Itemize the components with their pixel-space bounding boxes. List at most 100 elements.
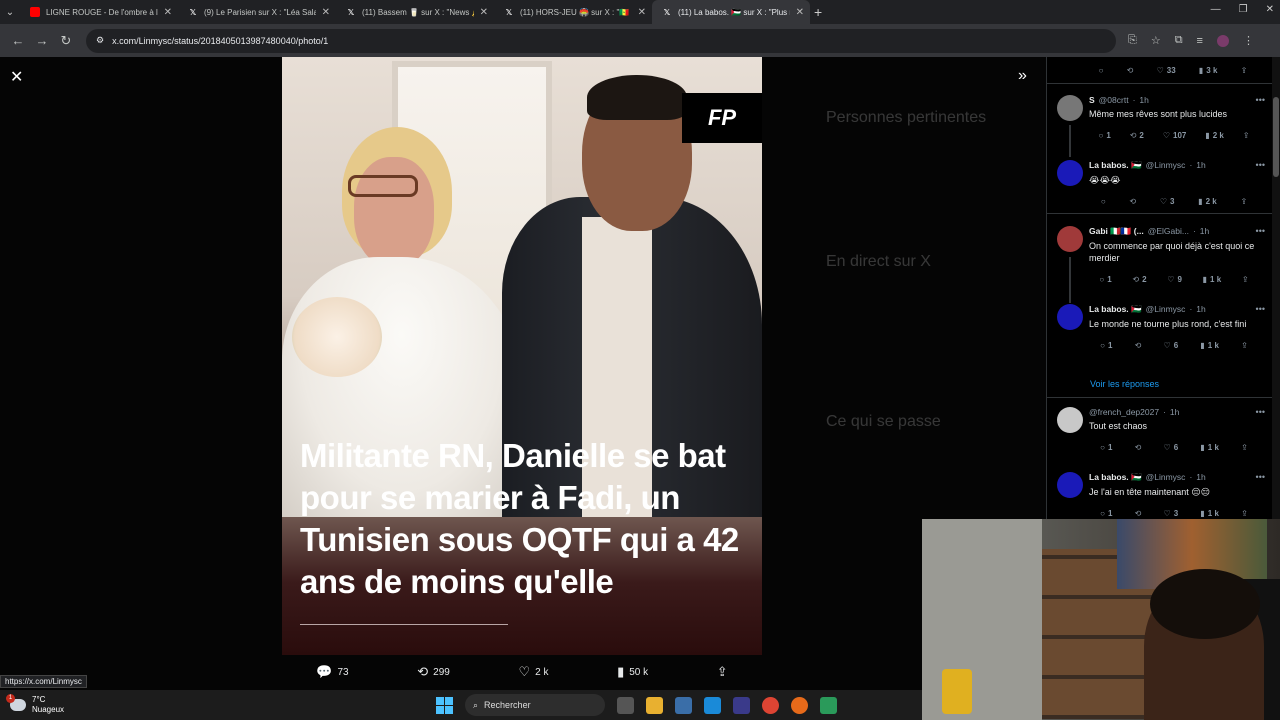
more-menu-icon[interactable]: ⋮ [1243,34,1254,47]
task-view-icon[interactable] [617,696,634,714]
share-icon[interactable]: ⇪ [1241,341,1248,350]
reply-button[interactable]: 💬 73 [316,664,348,680]
repost-button[interactable]: ⟲ [1135,341,1142,350]
app-icon[interactable] [675,696,692,714]
share-icon[interactable]: ⇪ [1243,131,1250,140]
avatar[interactable] [1057,95,1083,121]
tab-search-icon[interactable]: ⌄ [0,7,20,18]
repost-button[interactable]: ⟲ 299 [417,664,450,680]
reply-button[interactable]: ○ 1 [1099,275,1111,284]
close-viewer-icon[interactable]: ✕ [10,67,23,87]
author-name[interactable]: La babos. 🇵🇸 [1089,304,1142,315]
reply-button[interactable]: ○ [1101,197,1106,206]
post-photo[interactable]: FP Militante RN, Danielle se bat pour se… [282,57,762,655]
restore-icon[interactable]: ❐ [1239,4,1248,15]
close-tab-icon[interactable]: ✕ [164,7,172,18]
like-button[interactable]: ♡ 9 [1167,275,1182,284]
close-tab-icon[interactable]: ✕ [480,7,488,18]
file-explorer-icon[interactable] [646,696,663,714]
browser-tab-1[interactable]: LIGNE ROUGE - De l'ombre à la ✕ [20,0,178,24]
reload-icon[interactable]: ↻ [54,33,78,49]
views-button[interactable]: ▮ 1 k [1200,341,1219,350]
share-icon[interactable]: ⇪ [1242,275,1249,284]
scrollbar[interactable] [1272,57,1280,520]
avatar[interactable] [1057,304,1083,330]
repost-button[interactable]: ⟲ [1129,197,1136,206]
media-icon[interactable]: ≡ [1197,35,1203,47]
reply-button[interactable]: ○ 1 [1100,509,1112,518]
views-button[interactable]: ▮ 1 k [1203,275,1222,284]
share-icon[interactable]: ⇪ [1241,509,1248,518]
browser-tab-3[interactable]: 𝕏 (11) Bassem 🥛 sur X : "News 🔔 ✕ [336,0,494,24]
windows-start-icon[interactable] [436,696,453,714]
share-button[interactable]: ⇪ [717,664,728,680]
bookmark-star-icon[interactable]: ☆ [1151,34,1161,47]
like-button[interactable]: ♡ 6 [1164,341,1179,350]
views-button[interactable]: ▮ 1 k [1200,509,1219,518]
more-options-icon[interactable]: ••• [1256,304,1265,314]
repost-button[interactable]: ⟲ [1135,509,1142,518]
author-name[interactable]: Gabi 🇮🇹🇫🇷 (... [1089,226,1144,237]
repost-button[interactable]: ⟲ 2 [1132,275,1146,284]
reply-post[interactable]: @french_dep2027 · 1h ••• Tout est chaos ○ … [1047,407,1273,454]
reply-post[interactable]: S @08crtt · 1h ••• Même mes rêves sont plus… [1047,95,1273,142]
more-options-icon[interactable]: ••• [1256,160,1265,170]
like-button[interactable]: ♡ 3 [1160,197,1175,206]
see-replies-link[interactable]: Voir les réponses [1090,379,1159,389]
more-options-icon[interactable]: ••• [1256,95,1265,105]
close-tab-icon[interactable]: ✕ [796,7,804,18]
more-options-icon[interactable]: ••• [1256,472,1265,482]
minimize-icon[interactable]: — [1211,4,1221,15]
more-options-icon[interactable]: ••• [1256,226,1265,236]
reply-post[interactable]: La babos. 🇵🇸 @Linmysc · 1h ••• 😭😭😭 ○ ⟲ ♡ 3 … [1047,160,1273,208]
avatar[interactable] [1057,160,1083,186]
chrome-icon[interactable] [762,696,779,714]
author-handle[interactable]: @Linmysc [1146,304,1186,315]
extensions-icon[interactable]: ⧉ [1175,34,1183,47]
avatar[interactable] [1057,407,1083,433]
back-arrow-icon[interactable]: ← [6,33,30,48]
store-icon[interactable] [733,696,750,714]
repost-icon[interactable]: ⟲ [1127,66,1134,75]
like-button[interactable]: ♡ 2 k [518,664,548,680]
views-button[interactable]: ▮ 2 k [1205,131,1224,140]
scrollbar-thumb[interactable] [1273,97,1279,177]
author-name[interactable]: S [1089,95,1095,105]
browser-tab-4[interactable]: 𝕏 (11) HORS-JEU 🏟️ sur X : "🇸🇳 ✕ [494,0,652,24]
reply-icon[interactable]: ○ [1099,66,1104,75]
close-tab-icon[interactable]: ✕ [322,7,330,18]
like-button[interactable]: ♡ 3 [1164,509,1179,518]
like-button[interactable]: ♡ 107 [1163,131,1187,140]
close-tab-icon[interactable]: ✕ [638,7,646,18]
views-button[interactable]: ▮ 50 k [617,664,648,680]
reply-post[interactable]: La babos. 🇵🇸 @Linmysc · 1h ••• Le monde ne … [1047,304,1273,352]
more-options-icon[interactable]: ••• [1256,407,1265,417]
views-button[interactable]: ▮ 1 k [1200,443,1219,452]
like-button[interactable]: ♡ 33 [1157,66,1176,75]
firefox-icon[interactable] [791,696,808,714]
reply-post[interactable]: Gabi 🇮🇹🇫🇷 (... @ElGabi... · 1h ••• On comme… [1047,226,1273,286]
app-icon[interactable] [820,696,837,714]
edge-icon[interactable] [704,696,721,714]
browser-tab-2[interactable]: 𝕏 (9) Le Parisien sur X : "Léa Salam ✕ [178,0,336,24]
profile-avatar[interactable] [1216,34,1229,47]
author-handle[interactable]: @Linmysc [1146,160,1186,171]
share-icon[interactable]: ⇪ [1241,66,1248,75]
author-handle[interactable]: @ElGabi... [1148,226,1189,237]
install-app-icon[interactable]: ⎘ [1128,34,1137,47]
views-button[interactable]: ▮ 3 k [1199,66,1218,75]
reply-button[interactable]: ○ 1 [1100,443,1112,452]
share-icon[interactable]: ⇪ [1241,443,1248,452]
weather-widget[interactable]: 1 7°C Nuageux [0,694,200,715]
reply-button[interactable]: ○ 1 [1098,131,1110,140]
expand-replies-icon[interactable]: » [1018,67,1027,85]
share-icon[interactable]: ⇪ [1240,197,1247,206]
like-button[interactable]: ♡ 6 [1164,443,1179,452]
close-window-icon[interactable]: ✕ [1266,4,1274,15]
author-handle[interactable]: @Linmysc [1146,472,1186,483]
repost-button[interactable]: ⟲ [1135,443,1142,452]
url-bar[interactable]: ⚙ x.com/Linmysc/status/20184050139874800… [86,28,1116,53]
reply-post[interactable]: La babos. 🇵🇸 @Linmysc · 1h ••• Je l'ai en t… [1047,472,1273,520]
reply-button[interactable]: ○ 1 [1100,341,1112,350]
repost-button[interactable]: ⟲ 2 [1130,131,1144,140]
